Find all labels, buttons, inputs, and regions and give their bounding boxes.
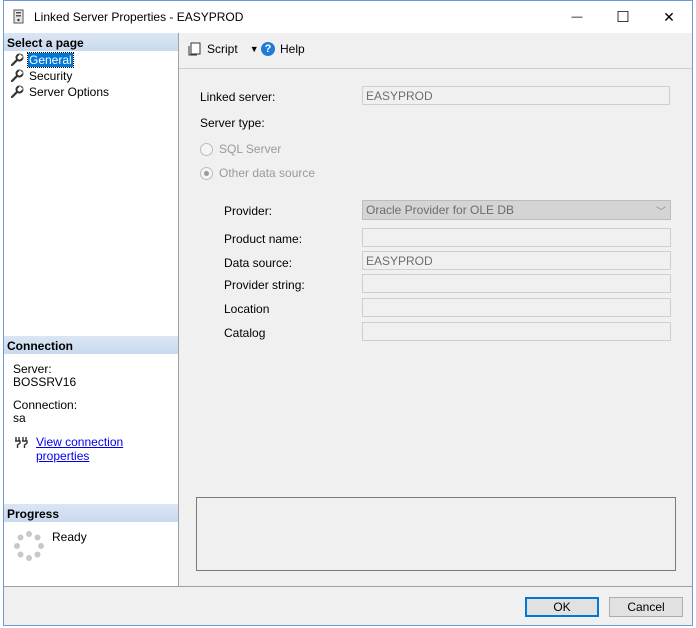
- progress-spinner-icon: [14, 531, 44, 561]
- dropdown-arrow-icon: ▼: [249, 44, 259, 54]
- dialog-button-bar: OK Cancel: [4, 586, 692, 625]
- location-label: Location: [224, 302, 270, 316]
- product-name-field[interactable]: [362, 228, 671, 247]
- radio-circle: [200, 142, 213, 156]
- page-item-security[interactable]: Security: [10, 68, 73, 83]
- minimize-icon: —: [571, 11, 583, 23]
- linked-server-field[interactable]: EASYPROD: [362, 86, 670, 105]
- maximize-icon: ☐: [616, 9, 630, 26]
- select-page-header: Select a page: [4, 33, 178, 51]
- linked-server-properties-window: Linked Server Properties - EASYPROD — ☐ …: [3, 0, 693, 626]
- chevron-down-icon: ﹀: [656, 207, 666, 218]
- page-item-label: Server Options: [29, 84, 110, 99]
- title-bar: Linked Server Properties - EASYPROD — ☐ …: [4, 1, 692, 33]
- server-value: BOSSRV16: [13, 375, 77, 389]
- server-label: Server:: [13, 362, 52, 376]
- close-icon: ✕: [663, 8, 675, 25]
- catalog-field[interactable]: [362, 322, 671, 341]
- help-icon: ?: [261, 42, 275, 56]
- page-item-server-options[interactable]: Server Options: [10, 84, 110, 99]
- provider-select[interactable]: Oracle Provider for OLE DB ﹀: [362, 200, 671, 220]
- page-item-general[interactable]: General: [10, 51, 74, 68]
- message-area: [196, 497, 676, 571]
- connection-value: sa: [13, 411, 26, 425]
- script-icon: [188, 42, 201, 56]
- minimize-button[interactable]: —: [554, 1, 600, 33]
- provider-label: Provider:: [224, 204, 273, 218]
- view-connection-properties-link[interactable]: View connection properties: [36, 435, 178, 463]
- connection-header: Connection: [4, 336, 178, 354]
- sql-server-label: SQL Server: [219, 142, 282, 156]
- linked-server-label: Linked server:: [200, 90, 276, 104]
- provider-string-label: Provider string:: [224, 278, 305, 292]
- server-icon: [13, 9, 24, 24]
- wrench-icon: [10, 69, 24, 82]
- other-data-source-label: Other data source: [219, 166, 316, 180]
- window-title: Linked Server Properties - EASYPROD: [34, 10, 244, 24]
- wrench-icon: [10, 53, 24, 66]
- location-field[interactable]: [362, 298, 671, 317]
- wrench-icon: [10, 85, 24, 98]
- catalog-label: Catalog: [224, 326, 266, 340]
- provider-value: Oracle Provider for OLE DB: [366, 203, 515, 217]
- data-source-field[interactable]: EASYPROD: [362, 251, 671, 270]
- server-type-label: Server type:: [200, 116, 265, 130]
- page-item-label: Security: [29, 68, 73, 83]
- progress-status: Ready: [52, 530, 87, 544]
- help-label: Help: [280, 42, 305, 56]
- provider-string-field[interactable]: [362, 274, 671, 293]
- page-item-label: General: [27, 51, 74, 68]
- close-button[interactable]: ✕: [646, 1, 692, 33]
- left-pane: Select a page General Security Server Op…: [4, 33, 179, 586]
- help-button[interactable]: ? Help: [261, 42, 305, 56]
- general-page: Script ▼ ? Help Linked server: EASYPROD …: [179, 33, 692, 586]
- script-button[interactable]: Script ▼: [188, 42, 259, 56]
- maximize-button[interactable]: ☐: [600, 1, 646, 33]
- sql-server-radio[interactable]: SQL Server: [200, 142, 281, 156]
- script-label: Script: [207, 42, 238, 56]
- connection-plug-icon: [15, 437, 28, 448]
- progress-header: Progress: [4, 504, 178, 522]
- data-source-label: Data source:: [224, 256, 293, 270]
- other-data-source-radio[interactable]: Other data source: [200, 166, 315, 180]
- toolbar: Script ▼ ? Help: [179, 33, 692, 69]
- ok-button[interactable]: OK: [525, 597, 599, 617]
- product-name-label: Product name:: [224, 232, 303, 246]
- radio-circle-checked: [200, 166, 213, 180]
- cancel-button[interactable]: Cancel: [609, 597, 683, 617]
- connection-label: Connection:: [13, 398, 78, 412]
